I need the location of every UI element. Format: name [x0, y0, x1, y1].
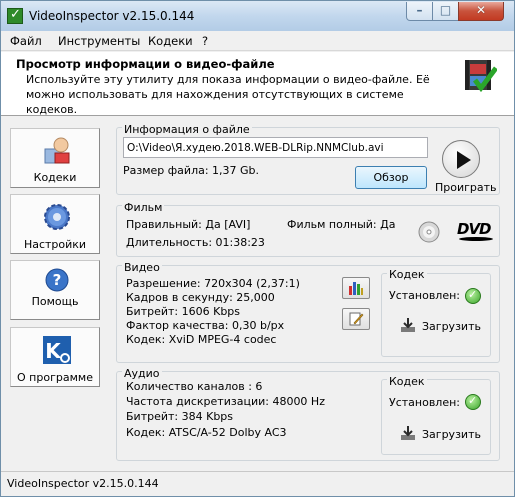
video-codec-group — [381, 273, 491, 357]
play-label[interactable]: Проиграть — [435, 181, 497, 194]
sidebar-item-settings[interactable]: Настройки — [10, 194, 100, 254]
film-icon — [465, 60, 497, 93]
video-bitrate: Битрейт: 1606 Kbps — [126, 305, 241, 318]
audio-samplerate: Частота дискретизации: 48000 Hz — [126, 395, 325, 408]
close-icon: ✕ — [475, 3, 487, 17]
menu-codecs[interactable]: Кодеки — [148, 34, 193, 48]
help-icon: ? — [45, 268, 69, 292]
film-group — [116, 205, 500, 257]
file-info-title: Информация о файле — [122, 123, 252, 136]
svg-text:K: K — [45, 339, 62, 363]
audio-title: Аудио — [122, 367, 162, 380]
dvd-logo-icon: DVD — [457, 220, 497, 242]
video-quality: Фактор качества: 0,30 b/px — [126, 319, 285, 332]
sidebar-item-label: Настройки — [23, 238, 87, 251]
file-size-text: Размер файла: 1,37 Gb. — [123, 164, 260, 177]
maximize-button[interactable]: □ — [432, 2, 459, 21]
title-bar[interactable]: VideoInspector v2.15.0.144 – □ ✕ — [1, 1, 514, 31]
bitrate-chart-button[interactable] — [342, 277, 370, 299]
download-icon — [401, 426, 415, 440]
play-icon[interactable] — [442, 140, 480, 178]
download-icon — [401, 318, 415, 332]
header-description: Используйте эту утилиту для показа инфор… — [26, 73, 430, 116]
sidebar-item-label: Помощь — [31, 295, 79, 308]
status-text: VideoInspector v2.15.0.144 — [7, 477, 159, 490]
audio-codec-installed: Установлен: — [389, 396, 461, 409]
audio-codec-group — [381, 379, 491, 455]
sidebar-item-about[interactable]: K О программе — [10, 327, 100, 387]
window-title: VideoInspector v2.15.0.144 — [29, 9, 195, 23]
film-full: Фильм полный: Да — [287, 218, 396, 231]
film-correct: Правильный: Да [AVI] — [126, 218, 251, 231]
svg-text:?: ? — [53, 271, 62, 289]
video-codec-installed: Установлен: — [389, 289, 461, 302]
main-window: VideoInspector v2.15.0.144 – □ ✕ Файл Ин… — [0, 0, 515, 497]
film-duration: Длительность: 01:38:23 — [126, 236, 265, 249]
disc-icon — [418, 221, 440, 243]
bar-chart-icon — [349, 282, 363, 295]
menu-tools[interactable]: Инструменты — [58, 34, 140, 48]
ok-check-icon — [465, 288, 481, 304]
film-title: Фильм — [122, 201, 165, 214]
codecs-icon — [44, 137, 70, 164]
close-button[interactable]: ✕ — [458, 2, 504, 21]
sidebar-item-codecs[interactable]: Кодеки — [10, 128, 100, 188]
video-download-button[interactable]: Загрузить — [422, 320, 481, 333]
video-resolution: Разрешение: 720x304 (2,37:1) — [126, 277, 300, 290]
sidebar-item-label: О программе — [17, 371, 93, 384]
sidebar-item-label: Кодеки — [33, 171, 77, 184]
video-fps: Кадров в секунду: 25,000 — [126, 291, 275, 304]
minimize-icon: – — [416, 3, 423, 17]
edit-button[interactable] — [342, 308, 370, 330]
gear-icon — [44, 204, 70, 230]
menu-help[interactable]: ? — [202, 34, 208, 48]
minimize-button[interactable]: – — [406, 2, 433, 21]
audio-channels: Количество каналов : 6 — [126, 380, 263, 393]
dvd-logo-text: DVD — [457, 220, 492, 238]
menu-file[interactable]: Файл — [10, 34, 42, 48]
audio-codec-title: Кодек — [387, 375, 427, 388]
video-title: Видео — [122, 261, 162, 274]
file-path-input[interactable] — [123, 137, 428, 158]
status-bar: VideoInspector v2.15.0.144 — [1, 471, 514, 496]
menu-bar: Файл Инструменты Кодеки ? — [1, 31, 514, 51]
video-codec: Кодек: XviD MPEG-4 codec — [126, 333, 277, 346]
audio-codec: Кодек: ATSC/A-52 Dolby AC3 — [126, 426, 287, 439]
ok-check-icon — [465, 394, 481, 410]
browse-button[interactable]: Обзор — [355, 166, 427, 189]
audio-bitrate: Битрейт: 384 Kbps — [126, 410, 234, 423]
edit-icon — [349, 312, 364, 326]
video-codec-title: Кодек — [387, 268, 427, 281]
header-panel: Просмотр информации о видео-файле Исполь… — [1, 52, 514, 116]
audio-download-button[interactable]: Загрузить — [422, 428, 481, 441]
maximize-icon: □ — [439, 3, 452, 17]
about-icon: K — [43, 336, 71, 364]
header-title: Просмотр информации о видео-файле — [16, 57, 275, 71]
sidebar-item-help[interactable]: ? Помощь — [10, 260, 100, 320]
app-icon — [7, 7, 23, 24]
